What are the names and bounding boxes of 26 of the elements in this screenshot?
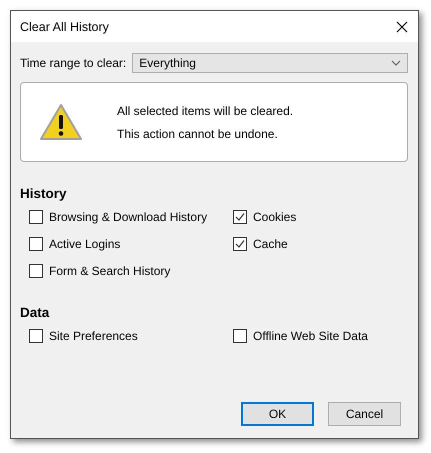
- checkbox[interactable]: [29, 264, 43, 278]
- checkbox[interactable]: [29, 237, 43, 251]
- chevron-down-icon: [391, 60, 401, 66]
- warning-text: This action cannot be undone.: [117, 126, 279, 140]
- checkbox-label[interactable]: Active Logins: [49, 237, 120, 251]
- checkbox-label[interactable]: Browsing & Download History: [49, 210, 208, 224]
- checkbox-label[interactable]: Cache: [253, 237, 288, 251]
- checkbox[interactable]: [29, 210, 43, 224]
- checkbox[interactable]: [233, 329, 247, 343]
- checkbox-label[interactable]: Offline Web Site Data: [253, 329, 368, 343]
- section-heading: Data: [20, 305, 50, 320]
- window-title: Clear All History: [20, 20, 109, 34]
- checkbox-label[interactable]: Form & Search History: [49, 264, 170, 278]
- close-icon[interactable]: [396, 20, 408, 32]
- time-range-dropdown[interactable]: Everything: [132, 53, 408, 73]
- checkbox[interactable]: [29, 329, 43, 343]
- checkbox[interactable]: [233, 210, 247, 224]
- warning-text: All selected items will be cleared.: [117, 104, 294, 118]
- field-label: Time range to clear:: [20, 56, 126, 70]
- ok-button[interactable]: OK: [241, 402, 314, 426]
- section-heading: History: [20, 186, 68, 201]
- checkbox-label[interactable]: Site Preferences: [49, 329, 138, 343]
- warning-icon: [39, 103, 83, 141]
- checkbox[interactable]: [233, 237, 247, 251]
- checkbox-label[interactable]: Cookies: [253, 210, 296, 224]
- cancel-button[interactable]: Cancel: [328, 402, 401, 426]
